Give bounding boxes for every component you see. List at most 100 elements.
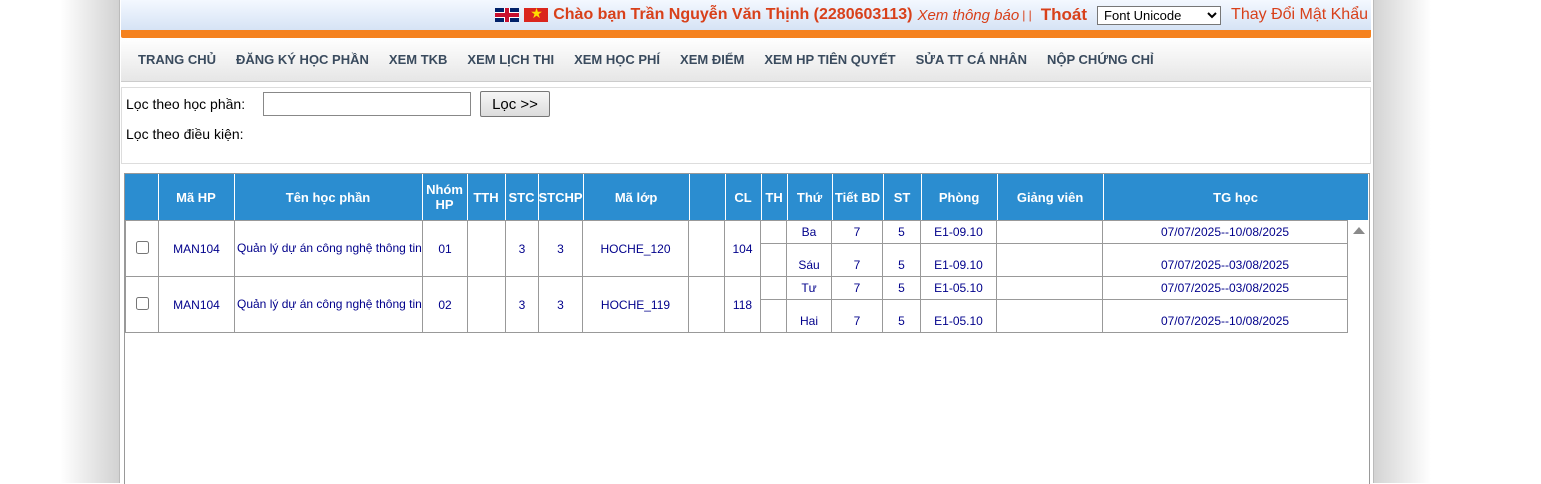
col-header-select: [125, 174, 159, 220]
course-name-cell: Quản lý dự án công nghệ thông tin: [234, 220, 423, 277]
day-cell: Tư: [786, 276, 832, 300]
top-bar: Chào bạn Trần Nguyễn Văn Thịnh (22806031…: [121, 0, 1371, 30]
condition-filter-label: Lọc theo điều kiện:: [126, 126, 244, 142]
user-bar: Chào bạn Trần Nguyễn Văn Thịnh (22806031…: [495, 5, 1368, 25]
menu-item-home[interactable]: TRANG CHỦ: [128, 52, 226, 67]
menu-item-exam-schedule[interactable]: XEM LỊCH THI: [457, 52, 564, 67]
cl-cell: 118: [724, 276, 761, 333]
th-cell: [760, 243, 787, 277]
menu-item-prerequisites[interactable]: XEM HP TIÊN QUYẾT: [754, 52, 905, 67]
col-header-course-name[interactable]: Tên học phần: [234, 174, 423, 220]
group-cell: 02: [422, 276, 468, 333]
time-cell: 07/07/2025--03/08/2025: [1102, 276, 1348, 300]
blank-cell: [688, 220, 725, 277]
orange-divider: [121, 30, 1371, 38]
start-period-cell: 7: [831, 220, 883, 244]
page-container: Chào bạn Trần Nguyễn Văn Thịnh (22806031…: [119, 0, 1374, 484]
col-header-stchp[interactable]: STCHP: [538, 174, 584, 220]
th-cell: [760, 220, 787, 244]
periods-cell: 5: [882, 220, 921, 244]
select-cell: [125, 220, 159, 277]
col-header-group[interactable]: Nhóm HP: [422, 174, 468, 220]
day-cell: Ba: [786, 220, 832, 244]
col-header-periods[interactable]: ST: [883, 174, 922, 220]
grid-body: MAN104 Quản lý dự án công nghệ thông tin…: [125, 220, 1348, 333]
lecturer-cell: [996, 220, 1103, 244]
col-header-time[interactable]: TG học: [1103, 174, 1369, 220]
separator: | |: [1022, 8, 1032, 22]
time-cell: 07/07/2025--10/08/2025: [1102, 299, 1348, 333]
stchp-cell: 3: [538, 220, 583, 277]
lecturer-cell: [996, 299, 1103, 333]
scroll-up-arrow-icon[interactable]: [1353, 227, 1365, 234]
lecturer-cell: [996, 276, 1103, 300]
stc-cell: 3: [505, 276, 539, 333]
stchp-cell: 3: [538, 276, 583, 333]
col-header-day[interactable]: Thứ: [787, 174, 833, 220]
room-cell: E1-09.10: [920, 243, 997, 277]
start-period-cell: 7: [831, 243, 883, 277]
col-header-start-period[interactable]: Tiết BD: [832, 174, 884, 220]
menu-item-grades[interactable]: XEM ĐIỂM: [670, 52, 754, 67]
uk-flag-icon[interactable]: [495, 8, 520, 22]
start-period-cell: 7: [831, 276, 883, 300]
class-code-cell: HOCHE_119: [582, 276, 689, 333]
col-header-th[interactable]: TH: [761, 174, 788, 220]
col-header-room[interactable]: Phòng: [921, 174, 998, 220]
start-period-cell: 7: [831, 299, 883, 333]
logout-link[interactable]: Thoát: [1041, 5, 1087, 25]
tth-cell: [467, 220, 506, 277]
tth-cell: [467, 276, 506, 333]
day-cell: Hai: [786, 299, 832, 333]
greeting-text: Chào bạn Trần Nguyễn Văn Thịnh (22806031…: [553, 6, 913, 23]
notifications-link[interactable]: Xem thông báo: [917, 7, 1019, 24]
grid-scrollbar[interactable]: [1349, 220, 1368, 484]
col-header-lecturer[interactable]: Giảng viên: [997, 174, 1104, 220]
course-name-cell: Quản lý dự án công nghệ thông tin: [234, 276, 423, 333]
menu-item-tuition[interactable]: XEM HỌC PHÍ: [564, 52, 670, 67]
day-cell: Sáu: [786, 243, 832, 277]
periods-cell: 5: [882, 276, 921, 300]
group-cell: 01: [422, 220, 468, 277]
grid-header: Mã HP Tên học phần Nhóm HP TTH STC STCHP…: [125, 174, 1369, 220]
font-select[interactable]: Font Unicode: [1097, 5, 1222, 25]
filter-panel: Lọc theo học phần: Lọc >> Lọc theo điều …: [121, 87, 1371, 164]
row-checkbox[interactable]: [135, 296, 149, 310]
course-grid: Mã HP Tên học phần Nhóm HP TTH STC STCHP…: [124, 173, 1370, 484]
room-cell: E1-09.10: [920, 220, 997, 244]
blank-cell: [688, 276, 725, 333]
course-filter-label: Lọc theo học phần:: [126, 96, 246, 112]
col-header-stc[interactable]: STC: [505, 174, 539, 220]
col-header-cl[interactable]: CL: [725, 174, 762, 220]
room-cell: E1-05.10: [920, 299, 997, 333]
filter-button[interactable]: Lọc >>: [480, 91, 550, 117]
stc-cell: 3: [505, 220, 539, 277]
cl-cell: 104: [724, 220, 761, 277]
change-password-link[interactable]: Thay Đổi Mật Khẩu: [1231, 6, 1368, 24]
col-header-course-code[interactable]: Mã HP: [158, 174, 235, 220]
row-checkbox[interactable]: [135, 240, 149, 254]
menu-item-submit-certificate[interactable]: NỘP CHỨNG CHỈ: [1037, 52, 1164, 67]
col-header-tth[interactable]: TTH: [467, 174, 506, 220]
menu-item-course-registration[interactable]: ĐĂNG KÝ HỌC PHẦN: [226, 52, 379, 67]
menu-item-timetable[interactable]: XEM TKB: [379, 52, 458, 67]
menu-item-edit-profile[interactable]: SỬA TT CÁ NHÂN: [906, 52, 1037, 67]
lecturer-cell: [996, 243, 1103, 277]
page-shadow-left: [60, 0, 120, 483]
col-header-blank: [689, 174, 726, 220]
select-cell: [125, 276, 159, 333]
main-menu: TRANG CHỦ ĐĂNG KÝ HỌC PHẦN XEM TKB XEM L…: [121, 38, 1371, 82]
periods-cell: 5: [882, 299, 921, 333]
course-code-cell: MAN104: [158, 220, 235, 277]
course-code-cell: MAN104: [158, 276, 235, 333]
table-row[interactable]: MAN104 Quản lý dự án công nghệ thông tin…: [125, 276, 1348, 333]
col-header-class-code[interactable]: Mã lớp: [583, 174, 690, 220]
page-shadow-right: [1371, 0, 1431, 483]
periods-cell: 5: [882, 243, 921, 277]
class-code-cell: HOCHE_120: [582, 220, 689, 277]
time-cell: 07/07/2025--10/08/2025: [1102, 220, 1348, 244]
table-row[interactable]: MAN104 Quản lý dự án công nghệ thông tin…: [125, 220, 1348, 277]
th-cell: [760, 276, 787, 300]
course-filter-input[interactable]: [263, 92, 471, 116]
vn-flag-icon[interactable]: [524, 5, 549, 22]
